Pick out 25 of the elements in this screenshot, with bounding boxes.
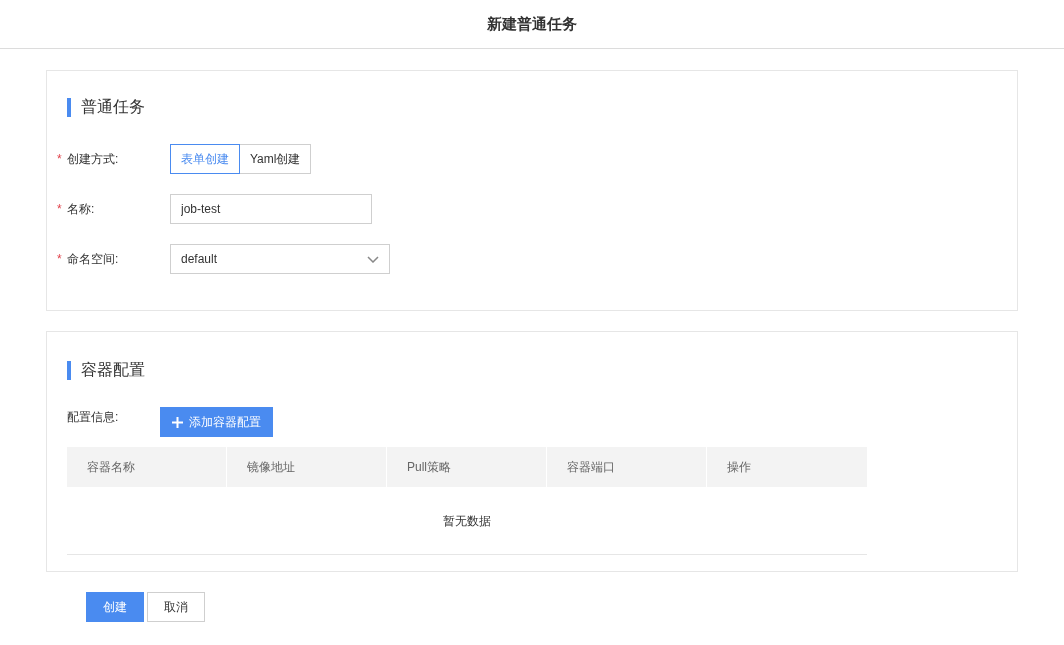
field-label: 创建方式: bbox=[67, 151, 119, 168]
empty-text: 暂无数据 bbox=[443, 512, 491, 530]
column-header: Pull策略 bbox=[387, 447, 547, 487]
column-header: 镜像地址 bbox=[227, 447, 387, 487]
section-marker bbox=[67, 360, 71, 380]
cancel-button[interactable]: 取消 bbox=[147, 592, 205, 622]
column-header: 容器名称 bbox=[67, 447, 227, 487]
section-marker bbox=[67, 97, 71, 117]
name-input[interactable]: job-test bbox=[170, 194, 372, 224]
column-header: 操作 bbox=[726, 459, 752, 476]
field-label: 命名空间: bbox=[67, 251, 119, 268]
namespace-select[interactable]: default bbox=[170, 244, 390, 274]
mode-tab[interactable]: 表单创建 bbox=[170, 144, 240, 174]
column-header: 容器端口 bbox=[547, 447, 707, 487]
page-title: 新建普通任务 bbox=[487, 13, 577, 34]
field-label: 名称: bbox=[67, 201, 95, 218]
required-mark: * bbox=[57, 251, 63, 268]
section-title: 普通任务 bbox=[81, 97, 145, 117]
required-mark: * bbox=[57, 201, 63, 218]
field-label: 配置信息: bbox=[67, 409, 120, 423]
section-title: 容器配置 bbox=[81, 360, 145, 380]
required-mark: * bbox=[57, 151, 63, 168]
chevron-down-icon bbox=[367, 255, 379, 263]
mode-tab[interactable]: Yaml创建 bbox=[239, 144, 312, 174]
plus-icon bbox=[172, 416, 183, 428]
